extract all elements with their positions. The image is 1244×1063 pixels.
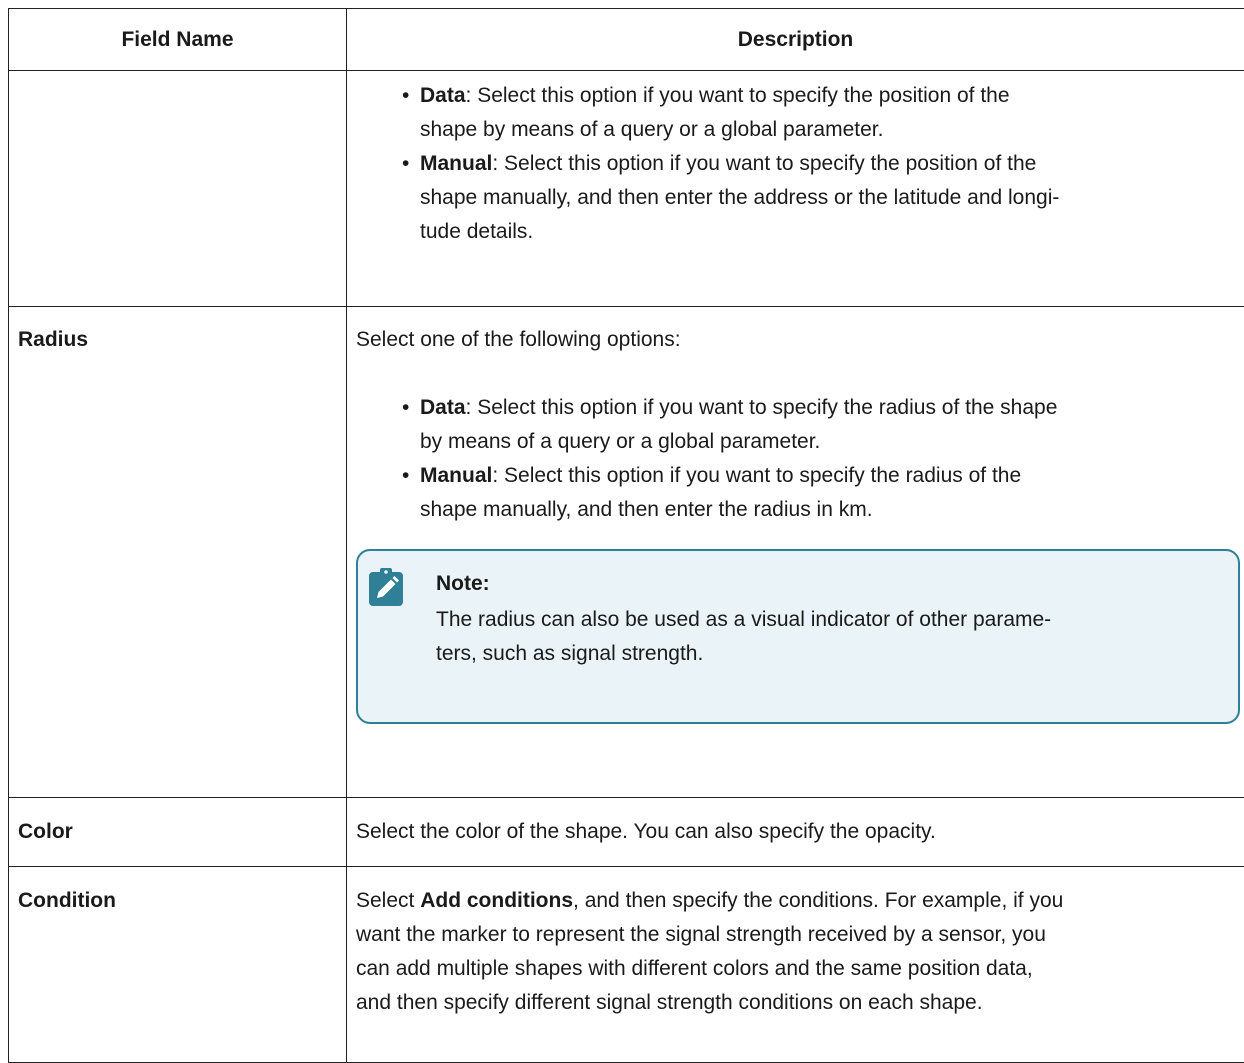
table-row-radius: Radius Select one of the following optio… <box>9 307 1244 798</box>
field-name-cell: Color <box>9 798 347 867</box>
option-text: : Select this option if you want to spec… <box>466 396 1058 419</box>
field-name-cell <box>9 71 347 307</box>
option-text: shape by means of a query or a global pa… <box>420 118 883 141</box>
option-term: Manual <box>420 152 492 175</box>
description-text: and then specify different signal streng… <box>356 991 983 1014</box>
description-cell: Select one of the following options: Dat… <box>347 307 1244 798</box>
option-term: Data <box>420 84 466 107</box>
option-text: by means of a query or a global paramete… <box>420 430 820 453</box>
list-item: Data: Select this option if you want to … <box>420 391 1244 459</box>
table-row-color: Color Select the color of the shape. You… <box>9 798 1244 867</box>
list-item: Data: Select this option if you want to … <box>420 79 1244 147</box>
table-row-position: Data: Select this option if you want to … <box>9 71 1244 307</box>
description-text: want the marker to represent the signal … <box>356 923 1046 946</box>
description-cell: Select the color of the shape. You can a… <box>347 798 1244 867</box>
header-field-name: Field Name <box>9 9 347 71</box>
list-item: Manual: Select this option if you want t… <box>420 147 1244 249</box>
option-text: : Select this option if you want to spec… <box>466 84 1010 107</box>
option-list: Data: Select this option if you want to … <box>356 391 1244 527</box>
option-text: shape manually, and then enter the addre… <box>420 186 1059 209</box>
pencil-clipboard-icon <box>368 567 404 607</box>
description-cell: Select Add conditions, and then specify … <box>347 867 1244 1063</box>
note-callout: Note: The radius can also be used as a v… <box>356 549 1240 724</box>
table-row-condition: Condition Select Add conditions, and the… <box>9 867 1244 1063</box>
header-description: Description <box>347 9 1244 71</box>
option-term: Manual <box>420 464 492 487</box>
note-title: Note: <box>436 567 490 601</box>
option-list: Data: Select this option if you want to … <box>356 79 1244 249</box>
description-text: can add multiple shapes with different c… <box>356 957 1033 980</box>
add-conditions-term: Add conditions <box>420 889 573 912</box>
description-text: Select <box>356 889 420 912</box>
description-text: , and then specify the conditions. For e… <box>573 889 1063 912</box>
lead-text: Select one of the following options: <box>356 323 1244 357</box>
field-description-table: Field Name Description Data: Select this… <box>8 8 1244 1063</box>
list-item: Manual: Select this option if you want t… <box>420 459 1244 527</box>
note-text: The radius can also be used as a visual … <box>436 603 1216 671</box>
option-term: Data <box>420 396 466 419</box>
table-header-row: Field Name Description <box>9 9 1244 71</box>
field-name-cell: Radius <box>9 307 347 798</box>
option-text: : Select this option if you want to spec… <box>492 152 1036 175</box>
description-cell: Data: Select this option if you want to … <box>347 71 1244 307</box>
option-text: shape manually, and then enter the radiu… <box>420 498 873 521</box>
note-text-line: ters, such as signal strength. <box>436 642 703 665</box>
field-name-cell: Condition <box>9 867 347 1063</box>
option-text: : Select this option if you want to spec… <box>492 464 1021 487</box>
option-text: tude details. <box>420 220 533 243</box>
note-text-line: The radius can also be used as a visual … <box>436 608 1051 631</box>
